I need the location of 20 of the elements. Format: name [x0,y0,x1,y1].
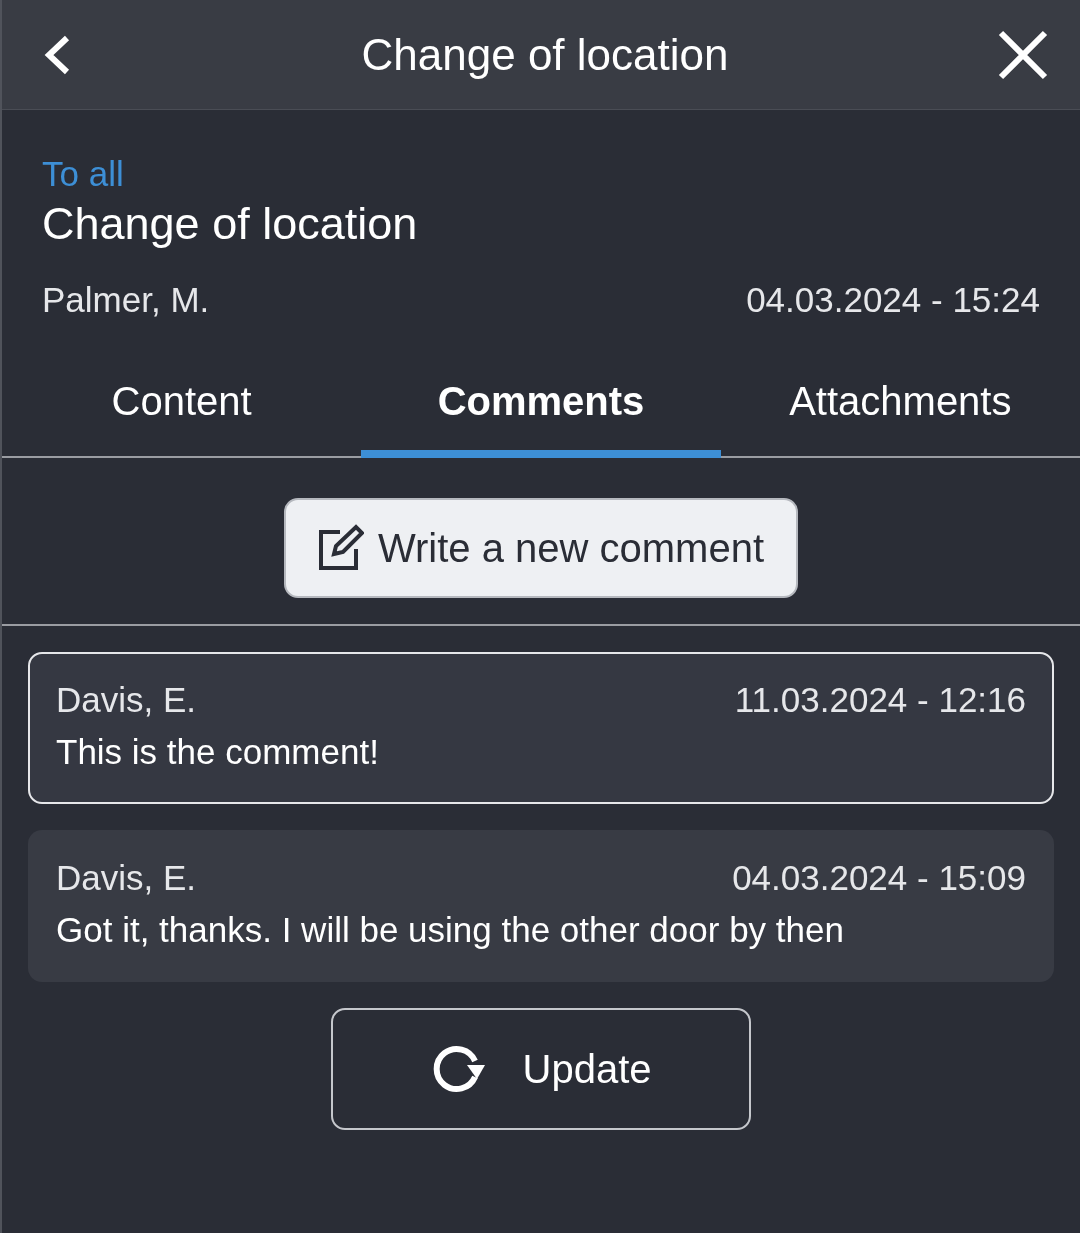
comment-date: 04.03.2024 - 15:09 [732,858,1026,898]
write-comment-button[interactable]: Write a new comment [283,498,799,598]
message-date: 04.03.2024 - 15:24 [746,280,1040,320]
message-title: Change of location [42,198,418,250]
comment-author: Davis, E. [56,680,197,720]
close-icon[interactable] [998,29,1048,80]
comment-date: 11.03.2024 - 12:16 [734,680,1026,720]
tab[interactable]: Content [2,352,362,458]
update-button[interactable]: Update [331,1008,751,1130]
audience-label: To all [42,154,124,194]
comment-author: Davis, E. [56,858,197,898]
back-icon[interactable] [42,34,72,75]
window-title: Change of location [361,29,729,80]
comment-card[interactable]: Davis, E. 04.03.2024 - 15:09 Got it, thanks. I will be using the other door by then [28,830,1054,982]
tab[interactable]: Attachments [720,352,1080,458]
comment-card[interactable]: Davis, E. 11.03.2024 - 12:16 This is the comment! [28,652,1054,804]
comment-text: Got it, thanks. I will be using the other door by then [56,910,845,950]
comment-text: This is the comment! [56,732,380,772]
tab[interactable]: Comments [361,352,721,458]
author-name: Palmer, M. [42,280,210,320]
